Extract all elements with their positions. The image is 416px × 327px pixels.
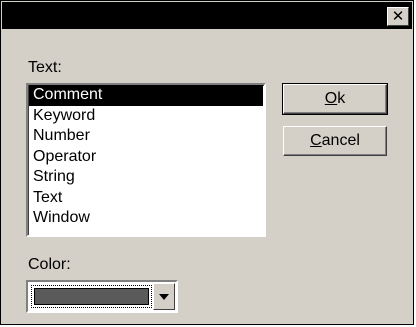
title-bar[interactable]: ✕ bbox=[2, 2, 412, 29]
close-icon: ✕ bbox=[391, 7, 405, 25]
color-dropdown-button[interactable] bbox=[153, 283, 175, 310]
color-combobox[interactable] bbox=[26, 280, 178, 313]
color-label: Color: bbox=[28, 256, 71, 273]
ok-label-rest: k bbox=[337, 90, 346, 107]
cancel-mnemonic: C bbox=[310, 132, 322, 149]
ok-button[interactable]: Ok bbox=[282, 83, 388, 115]
list-item-text[interactable]: Text bbox=[29, 188, 263, 209]
close-button[interactable]: ✕ bbox=[387, 7, 409, 26]
text-label: Text: bbox=[28, 59, 62, 76]
list-item-number[interactable]: Number bbox=[29, 126, 263, 147]
color-swatch bbox=[34, 288, 149, 305]
list-item-string[interactable]: String bbox=[29, 167, 263, 188]
list-item-keyword[interactable]: Keyword bbox=[29, 106, 263, 127]
cancel-label-rest: ancel bbox=[321, 132, 360, 149]
list-item-window[interactable]: Window bbox=[29, 208, 263, 229]
cancel-button[interactable]: Cancel bbox=[283, 126, 387, 156]
chevron-down-icon bbox=[159, 294, 169, 300]
text-listbox[interactable]: Comment Keyword Number Operator String T… bbox=[26, 83, 266, 237]
list-item-operator[interactable]: Operator bbox=[29, 147, 263, 168]
list-item-comment[interactable]: Comment bbox=[29, 85, 263, 106]
color-dialog: ✕ Text: Comment Keyword Number Operator … bbox=[0, 0, 414, 325]
color-swatch-focus bbox=[31, 285, 152, 308]
ok-mnemonic: O bbox=[324, 90, 338, 107]
